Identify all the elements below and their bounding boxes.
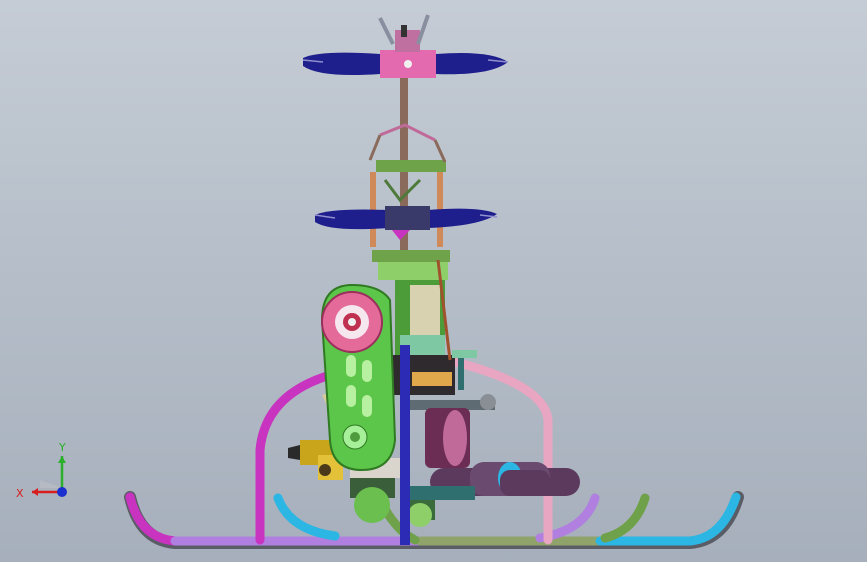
axis-triad: X Y xyxy=(16,441,67,500)
y-axis-label: Y xyxy=(58,441,66,454)
x-axis-label: X xyxy=(16,487,24,500)
cad-viewport[interactable]: X Y xyxy=(0,0,867,562)
lower-rotor xyxy=(314,206,498,230)
helicopter-cad-model[interactable] xyxy=(0,0,867,562)
z-axis-icon xyxy=(57,487,67,497)
upper-rotor xyxy=(302,14,509,78)
